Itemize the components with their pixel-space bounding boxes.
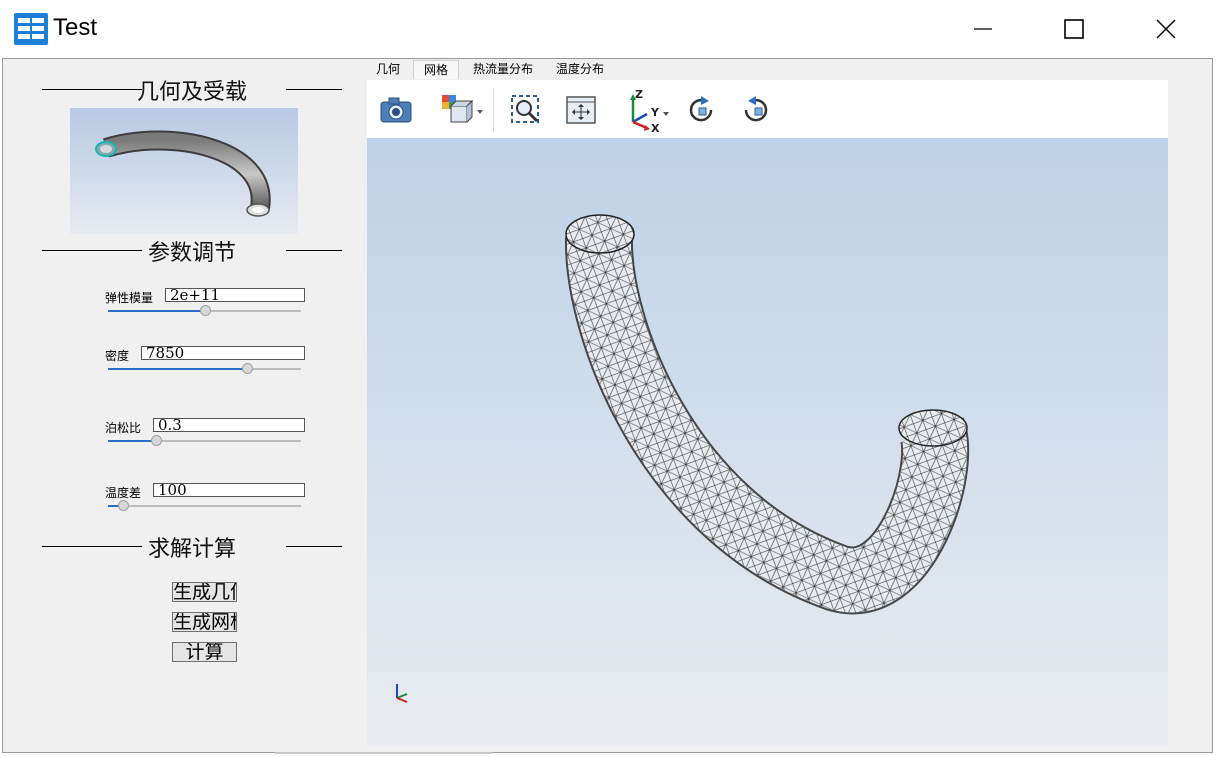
- solve-section-header: 求解计算: [42, 531, 342, 562]
- compute-button[interactable]: 计算: [172, 642, 237, 662]
- mesh-model: [564, 214, 970, 615]
- geometry-section-title: 几何及受载: [136, 80, 247, 105]
- slider-handle[interactable]: [241, 363, 253, 374]
- rotate-cw-button[interactable]: [681, 90, 721, 130]
- screenshot-button[interactable]: [376, 90, 416, 130]
- elastic-modulus-slider[interactable]: [108, 305, 301, 317]
- tab-geometry[interactable]: 几何: [366, 60, 410, 79]
- rotate-ccw-button[interactable]: [736, 90, 776, 130]
- viewer-toolbar: Z Y X: [367, 80, 1168, 138]
- app-logo-icon: [14, 13, 48, 45]
- fit-all-icon: [566, 96, 596, 124]
- close-icon: [1156, 19, 1176, 39]
- params-section-title: 参数调节: [147, 241, 236, 266]
- view-cube-button[interactable]: [434, 90, 488, 130]
- generate-geometry-button[interactable]: 生成几何: [172, 582, 237, 602]
- tab-mesh[interactable]: 网格: [413, 60, 459, 79]
- axis-label-x: X: [651, 122, 660, 132]
- zoom-box-button[interactable]: [506, 90, 546, 130]
- param-label-temperature-diff: 温度差: [105, 486, 142, 500]
- slider-handle[interactable]: [118, 500, 130, 511]
- solve-section-title: 求解计算: [147, 537, 236, 562]
- maximize-icon: [1064, 19, 1084, 39]
- minimize-icon: [974, 28, 992, 30]
- param-label-elastic-modulus: 弹性模量: [105, 291, 154, 305]
- axis-orientation-button[interactable]: Z Y X: [621, 88, 671, 132]
- poisson-ratio-slider[interactable]: [108, 435, 301, 447]
- zoom-box-icon: [511, 95, 539, 123]
- camera-icon: [380, 97, 412, 123]
- temperature-diff-input[interactable]: 100: [153, 483, 305, 497]
- maximize-button[interactable]: [1051, 0, 1097, 58]
- slider-handle[interactable]: [199, 305, 211, 316]
- param-label-poisson-ratio: 泊松比: [105, 421, 142, 435]
- fit-all-button[interactable]: [561, 90, 601, 130]
- param-label-density: 密度: [105, 349, 130, 363]
- params-section-header: 参数调节: [42, 235, 342, 266]
- elastic-modulus-input[interactable]: 2e+11: [165, 288, 305, 302]
- window-title: Test: [53, 14, 98, 41]
- minimize-button[interactable]: [960, 0, 1006, 58]
- axis-label-z: Z: [635, 88, 643, 101]
- temperature-diff-slider[interactable]: [108, 500, 301, 512]
- density-slider[interactable]: [108, 363, 301, 375]
- poisson-ratio-input[interactable]: 0.3: [153, 418, 305, 432]
- tab-temperature[interactable]: 温度分布: [547, 60, 613, 79]
- close-button[interactable]: [1143, 0, 1189, 58]
- generate-mesh-button[interactable]: 生成网格: [172, 612, 237, 632]
- 3d-viewport[interactable]: [367, 138, 1168, 746]
- density-input[interactable]: 7850: [141, 346, 305, 360]
- axis-label-y: Y: [650, 106, 660, 119]
- rotate-ccw-icon: [744, 96, 768, 122]
- geometry-section-header: 几何及受载: [42, 74, 342, 105]
- toolbar-separator: [493, 88, 494, 132]
- geometry-preview: [70, 108, 298, 234]
- rotate-cw-icon: [689, 96, 713, 122]
- view-cube-icon: [442, 95, 483, 123]
- slider-handle[interactable]: [151, 435, 163, 446]
- orientation-triad-icon: [396, 684, 408, 703]
- axis-orientation-icon: Z Y X: [630, 88, 669, 132]
- status-strip: [275, 752, 492, 754]
- tab-heat-flux[interactable]: 热流量分布: [463, 60, 543, 79]
- title-bar: Test: [0, 0, 1216, 58]
